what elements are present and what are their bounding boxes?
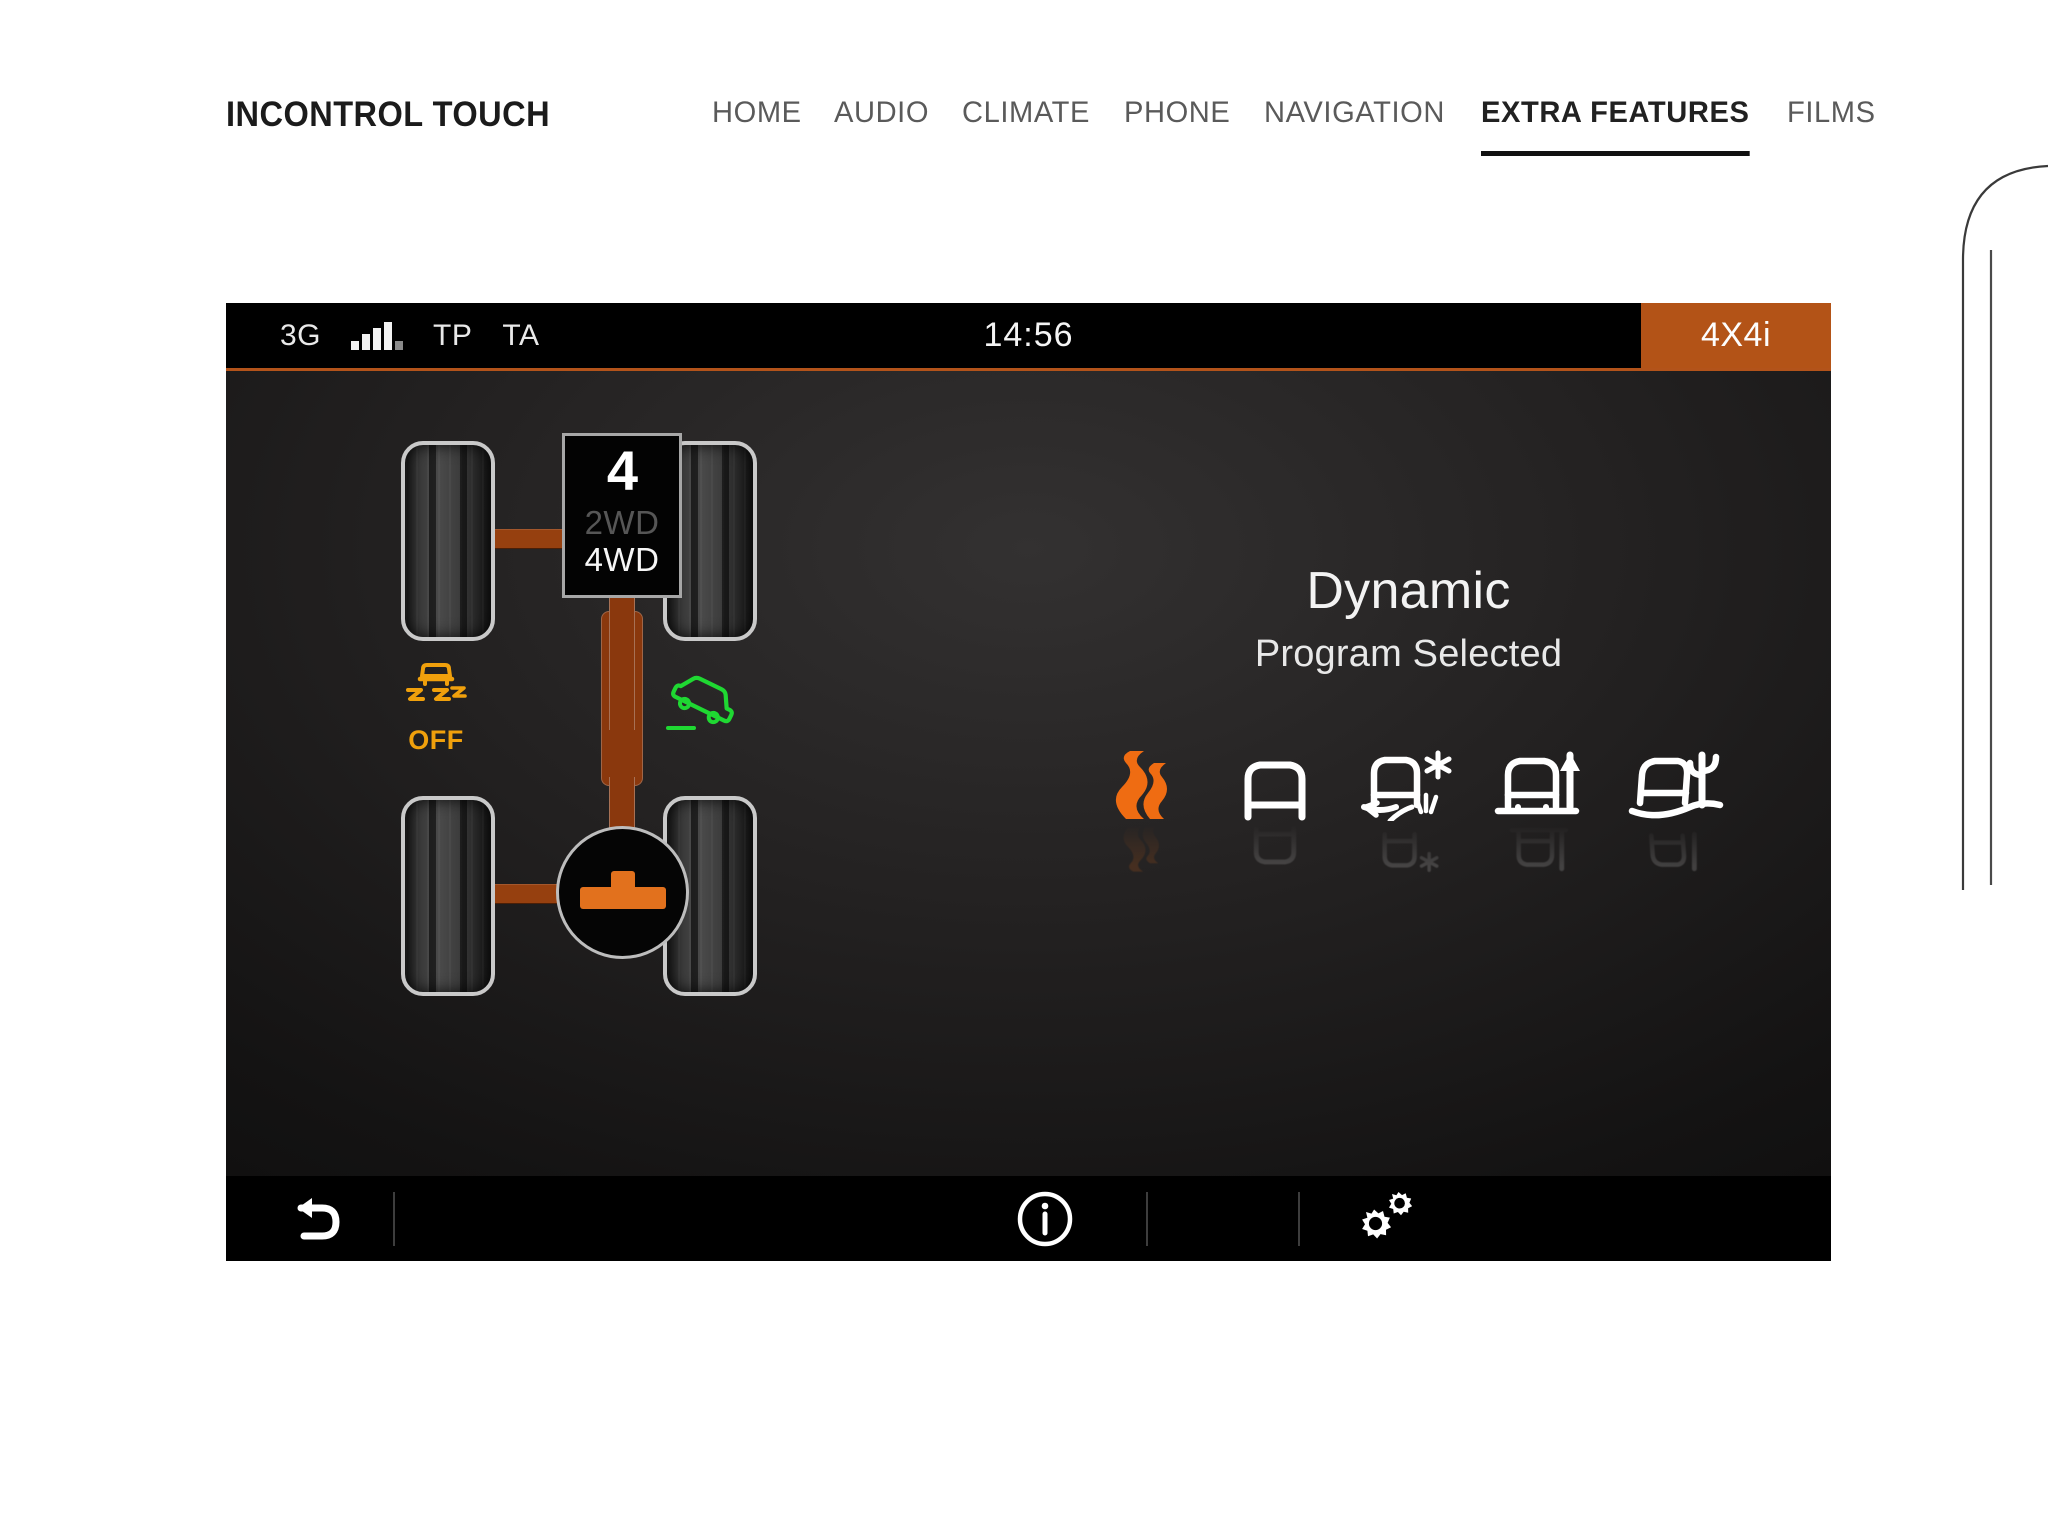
wheel-rear-left <box>401 796 495 996</box>
nav-item-audio[interactable]: AUDIO <box>834 96 929 136</box>
transfer-case-2wd-label: 2WD <box>584 504 660 541</box>
dynamic-mode-icon <box>1092 749 1190 821</box>
hill-descent-control-icon <box>664 671 740 738</box>
terrain-mode-mud-ruts[interactable] <box>1494 749 1592 872</box>
site-header: INCONTROL TOUCH HOME AUDIO CLIMATE PHONE… <box>0 0 2048 190</box>
nav-active-underline <box>1480 151 1750 156</box>
nav-label: NAVIGATION <box>1264 96 1446 129</box>
toolbar-divider <box>393 1192 395 1246</box>
settings-button[interactable] <box>1344 1188 1412 1250</box>
nav-label: AUDIO <box>834 96 930 129</box>
grass-gravel-snow-mode-icon-reflection <box>1360 823 1458 873</box>
nav-item-home[interactable]: HOME <box>712 96 802 136</box>
terrain-mode-sand[interactable] <box>1628 749 1726 872</box>
nav-item-navigation[interactable]: NAVIGATION <box>1264 96 1445 136</box>
program-title: Dynamic <box>1306 562 1511 620</box>
transfer-case-readout: 4 2WD 4WD <box>562 433 682 598</box>
main-navigation: HOME AUDIO CLIMATE PHONE NAVIGATION EXTR… <box>712 96 1879 156</box>
traction-control-off-icon <box>404 663 468 724</box>
infotainment-screen: 3G TP TA 14:56 4X4i 4 2WD 4WD OFF Dynami… <box>226 303 1831 1261</box>
toolbar-divider <box>1298 1192 1300 1246</box>
hill-descent-control-indicator <box>664 671 740 738</box>
info-button[interactable] <box>1016 1190 1074 1248</box>
decorative-outline-art <box>1928 150 2048 890</box>
brand-title: INCONTROL TOUCH <box>226 95 551 134</box>
sand-mode-icon <box>1628 749 1726 821</box>
nav-label: PHONE <box>1124 96 1231 129</box>
nav-label: EXTRA FEATURES <box>1480 96 1750 129</box>
mud-ruts-mode-icon-reflection <box>1494 823 1592 873</box>
screen-body: 4 2WD 4WD OFF Dynamic Program Selected <box>226 371 1831 1176</box>
nav-item-phone[interactable]: PHONE <box>1124 96 1230 136</box>
status-bar-clock: 14:56 <box>983 316 1074 354</box>
differential-glyph <box>579 870 666 915</box>
status-badge-4x4i: 4X4i <box>1641 303 1831 368</box>
general-driving-mode-icon-reflection <box>1226 823 1324 873</box>
mud-ruts-mode-icon <box>1494 749 1592 821</box>
nav-label: CLIMATE <box>962 96 1091 129</box>
grass-gravel-snow-mode-icon <box>1360 749 1458 824</box>
nav-label: FILMS <box>1787 96 1877 129</box>
terrain-mode-grass-gravel-snow[interactable] <box>1360 749 1458 872</box>
transfer-case-gear: 4 <box>606 439 638 502</box>
nav-item-films[interactable]: FILMS <box>1787 96 1876 136</box>
traction-control-off-label: OFF <box>408 725 464 755</box>
traction-control-off-indicator: OFF <box>404 663 468 756</box>
rear-differential-icon <box>556 826 689 959</box>
terrain-mode-general-driving[interactable] <box>1226 749 1324 869</box>
drivetrain-diagram: 4 2WD 4WD OFF <box>226 371 986 1176</box>
nav-item-extra-features[interactable]: EXTRA FEATURES <box>1480 96 1750 156</box>
nav-item-climate[interactable]: CLIMATE <box>962 96 1090 136</box>
general-driving-mode-icon <box>1226 749 1324 821</box>
dynamic-mode-icon-reflection <box>1092 823 1190 873</box>
toolbar-divider <box>1146 1192 1148 1246</box>
back-button[interactable] <box>288 1190 348 1250</box>
wheel-front-left <box>401 441 495 641</box>
propshaft-upper <box>609 595 635 730</box>
sand-mode-icon-reflection <box>1628 823 1726 873</box>
transfer-case-4wd-label: 4WD <box>584 540 660 578</box>
program-subtitle: Program Selected <box>1254 633 1563 675</box>
page-root: INCONTROL TOUCH HOME AUDIO CLIMATE PHONE… <box>0 0 2048 1536</box>
program-panel: Dynamic Program Selected <box>986 371 1831 1176</box>
front-left-halfshaft <box>491 529 566 549</box>
nav-label: HOME <box>712 96 802 129</box>
screen-toolbar <box>226 1176 1831 1261</box>
terrain-mode-dynamic[interactable] <box>1092 749 1190 872</box>
status-bar: 3G TP TA 14:56 4X4i <box>226 303 1831 371</box>
terrain-mode-selector <box>986 749 1831 872</box>
